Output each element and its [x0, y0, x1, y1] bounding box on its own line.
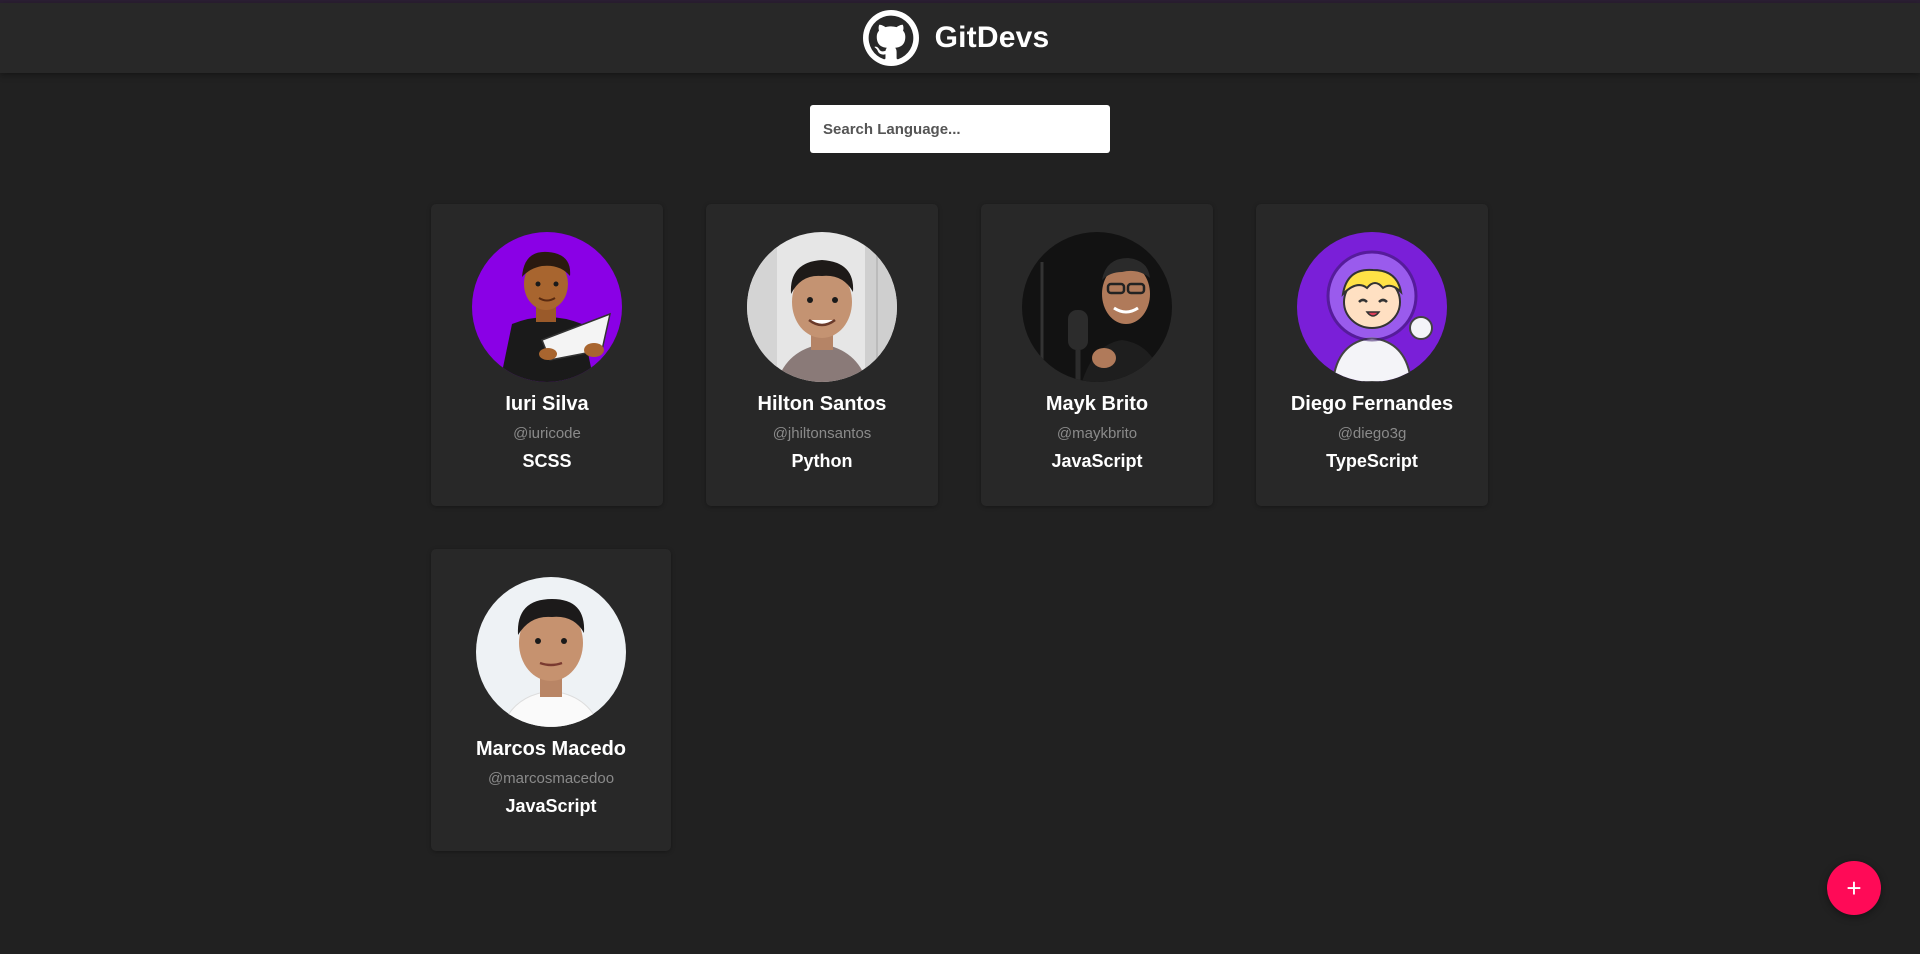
developer-name: Hilton Santos [757, 393, 887, 415]
avatar [747, 232, 897, 382]
app-title: GitDevs [934, 21, 1050, 54]
brand[interactable]: GitDevs [862, 10, 1050, 66]
developer-name: Marcos Macedo [475, 738, 627, 760]
developer-card[interactable]: Iuri Silva @iuricode SCSS [431, 204, 663, 506]
avatar [472, 232, 622, 382]
developer-card[interactable]: Mayk Brito @maykbrito JavaScript [981, 204, 1213, 506]
developer-language: SCSS [522, 451, 572, 471]
developer-language: JavaScript [1051, 451, 1143, 471]
developer-language: TypeScript [1326, 451, 1418, 471]
developer-username: @jhiltonsantos [772, 425, 872, 442]
developer-username: @iuricode [513, 425, 581, 442]
avatar [1297, 232, 1447, 382]
plus-icon: + [1846, 873, 1862, 903]
developer-card[interactable]: Marcos Macedo @marcosmacedoo JavaScript [431, 549, 671, 851]
avatar [1022, 232, 1172, 382]
avatar [476, 577, 626, 727]
developer-username: @marcosmacedoo [487, 770, 615, 787]
developer-name: Diego Fernandes [1290, 393, 1454, 415]
developer-card[interactable]: Diego Fernandes @diego3g TypeScript [1256, 204, 1488, 506]
developer-language: JavaScript [505, 796, 597, 816]
developer-name: Mayk Brito [1045, 393, 1149, 415]
app-header: GitDevs [0, 3, 1920, 73]
developer-language: Python [791, 451, 853, 471]
github-icon [862, 10, 919, 66]
developer-card[interactable]: Hilton Santos @jhiltonsantos Python [706, 204, 938, 506]
developer-username: @maykbrito [1056, 425, 1138, 442]
add-developer-button[interactable]: + [1827, 861, 1881, 915]
search-input[interactable] [810, 105, 1110, 153]
developer-username: @diego3g [1337, 425, 1407, 442]
developer-name: Iuri Silva [505, 393, 589, 415]
